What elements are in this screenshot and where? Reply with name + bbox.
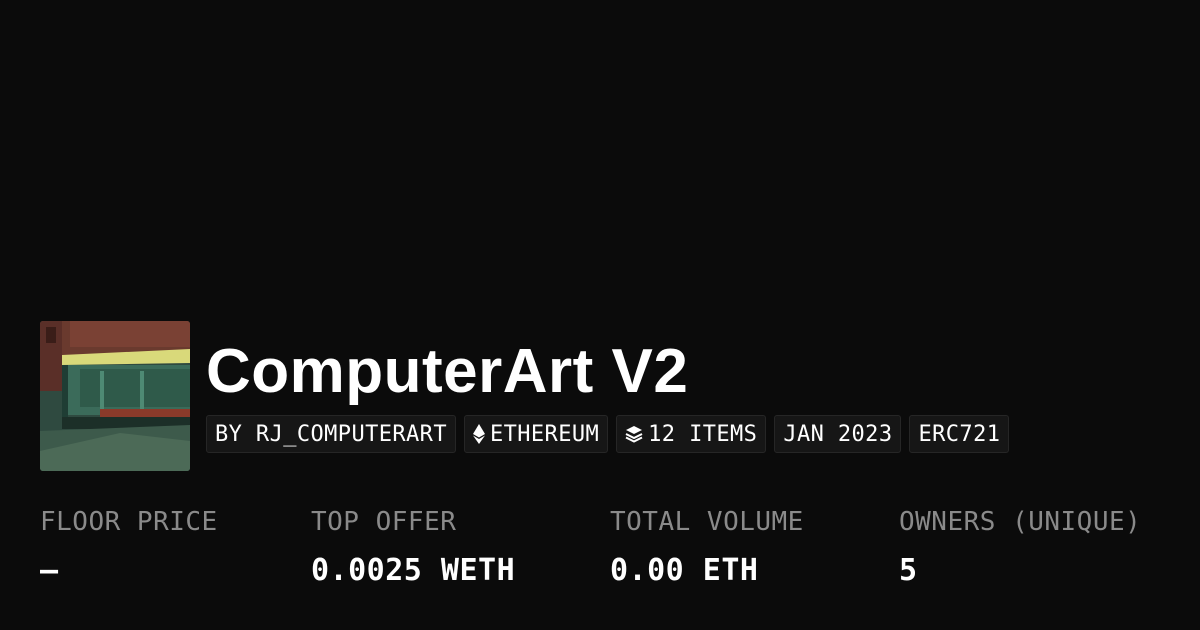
standard-tag: ERC721 — [909, 415, 1010, 453]
collection-title: ComputerArt V2 — [206, 337, 689, 406]
stat-value: 0.0025 WETH — [311, 553, 516, 588]
collection-thumbnail[interactable] — [40, 321, 190, 471]
stat-top-offer: TOP OFFER 0.0025 WETH — [311, 502, 515, 593]
stat-label: TOTAL VOLUME — [610, 507, 804, 537]
items-label: 12 ITEMS — [648, 421, 758, 447]
chain-label: ETHEREUM — [489, 421, 600, 447]
stat-label: OWNERS (UNIQUE) — [899, 507, 1142, 537]
collection-card: ComputerArt V2 BY RJ_COMPUTERART ETHEREU… — [0, 0, 1200, 630]
layers-icon — [625, 425, 643, 443]
stat-label: TOP OFFER — [311, 507, 457, 537]
date-label: JAN 2023 — [783, 421, 893, 447]
stat-value: – — [40, 553, 59, 588]
stat-label: FLOOR PRICE — [40, 507, 218, 537]
stat-value: 5 — [899, 553, 918, 588]
collection-tags: BY RJ_COMPUTERART ETHEREUM 12 ITEMS JAN … — [206, 415, 1010, 453]
stat-floor-price: FLOOR PRICE – — [40, 502, 218, 593]
ethereum-icon — [472, 424, 485, 444]
items-tag: 12 ITEMS — [616, 415, 767, 453]
creator-tag[interactable]: BY RJ_COMPUTERART — [206, 415, 456, 453]
stat-value: 0.00 ETH — [610, 553, 759, 588]
standard-label: ERC721 — [918, 421, 1001, 447]
stat-owners: OWNERS (UNIQUE) 5 — [899, 502, 1141, 593]
chain-tag: ETHEREUM — [463, 415, 609, 453]
artwork-image — [40, 321, 190, 471]
stat-total-volume: TOTAL VOLUME 0.00 ETH — [610, 502, 804, 593]
date-tag: JAN 2023 — [774, 415, 902, 453]
creator-label: BY RJ_COMPUTERART — [215, 421, 447, 447]
